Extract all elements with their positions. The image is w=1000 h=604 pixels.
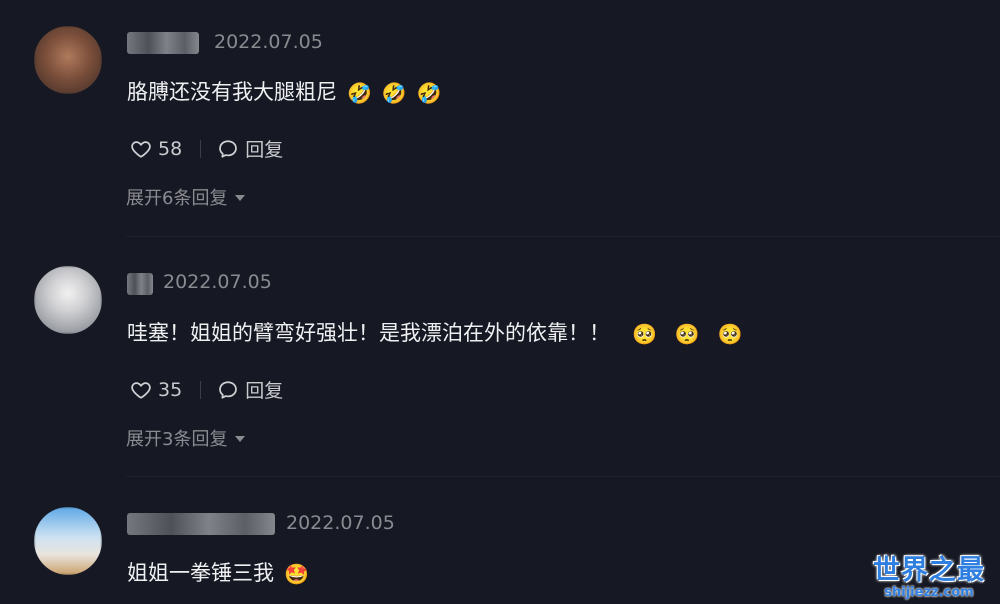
- expand-replies-button[interactable]: 展开3条回复: [126, 425, 246, 451]
- like-count[interactable]: 58: [158, 138, 182, 160]
- watermark-url: shijiezz.com: [884, 585, 974, 600]
- comment-bubble-icon[interactable]: [217, 138, 239, 160]
- pleading-emoji-icon: 🥺: [632, 322, 657, 346]
- expand-replies-label: 展开6条回复: [126, 188, 228, 209]
- comment-text-content: 胳膊还没有我大腿粗尼: [127, 80, 337, 104]
- avatar[interactable]: [34, 507, 102, 575]
- laughing-emoji-icon: 🤣: [416, 81, 442, 105]
- comment-text-content: 哇塞！姐姐的臂弯好强壮！是我漂泊在外的依靠！！: [127, 321, 610, 345]
- username-blurred[interactable]: [127, 513, 275, 535]
- comment-divider: [126, 476, 1000, 477]
- heart-icon[interactable]: [130, 138, 152, 160]
- heart-icon[interactable]: [130, 379, 152, 401]
- laughing-emoji-icon: 🤣: [347, 81, 372, 105]
- laughing-emoji-icon: 🤣: [381, 81, 407, 105]
- avatar[interactable]: [34, 26, 102, 94]
- action-divider: [200, 139, 202, 158]
- comment-text: 姐姐一拳锤三我 🤩: [127, 557, 309, 587]
- star-struck-emoji-icon: 🤩: [284, 562, 309, 586]
- comment-actions: 58 回复: [130, 135, 283, 162]
- reply-button[interactable]: 回复: [245, 135, 283, 162]
- comment-bubble-icon[interactable]: [217, 379, 239, 401]
- comment-text-content: 姐姐一拳锤三我: [127, 561, 274, 585]
- comment-text: 哇塞！姐姐的臂弯好强壮！是我漂泊在外的依靠！！ 🥺 🥺 🥺: [127, 317, 743, 347]
- comment-text: 胳膊还没有我大腿粗尼 🤣 🤣 🤣: [127, 76, 442, 106]
- pleading-emoji-icon: 🥺: [717, 322, 743, 346]
- expand-replies-label: 展开3条回复: [126, 429, 228, 450]
- expand-replies-button[interactable]: 展开6条回复: [126, 184, 246, 210]
- pleading-emoji-icon: 🥺: [674, 322, 700, 346]
- action-divider: [200, 380, 202, 399]
- comment-divider: [126, 236, 1000, 237]
- avatar[interactable]: [34, 266, 102, 334]
- username-blurred[interactable]: [127, 32, 199, 54]
- caret-down-icon: [235, 195, 246, 201]
- like-count[interactable]: 35: [158, 379, 182, 401]
- comment-date: 2022.07.05: [163, 271, 272, 293]
- site-watermark: 世界之最 shijiezz.com: [868, 548, 990, 600]
- comment-date: 2022.07.05: [214, 31, 323, 53]
- caret-down-icon: [235, 436, 246, 442]
- comment-date: 2022.07.05: [286, 512, 395, 534]
- username-blurred[interactable]: [127, 273, 153, 295]
- watermark-title: 世界之最: [873, 555, 985, 586]
- reply-button[interactable]: 回复: [245, 376, 283, 403]
- comment-actions: 35 回复: [130, 376, 283, 403]
